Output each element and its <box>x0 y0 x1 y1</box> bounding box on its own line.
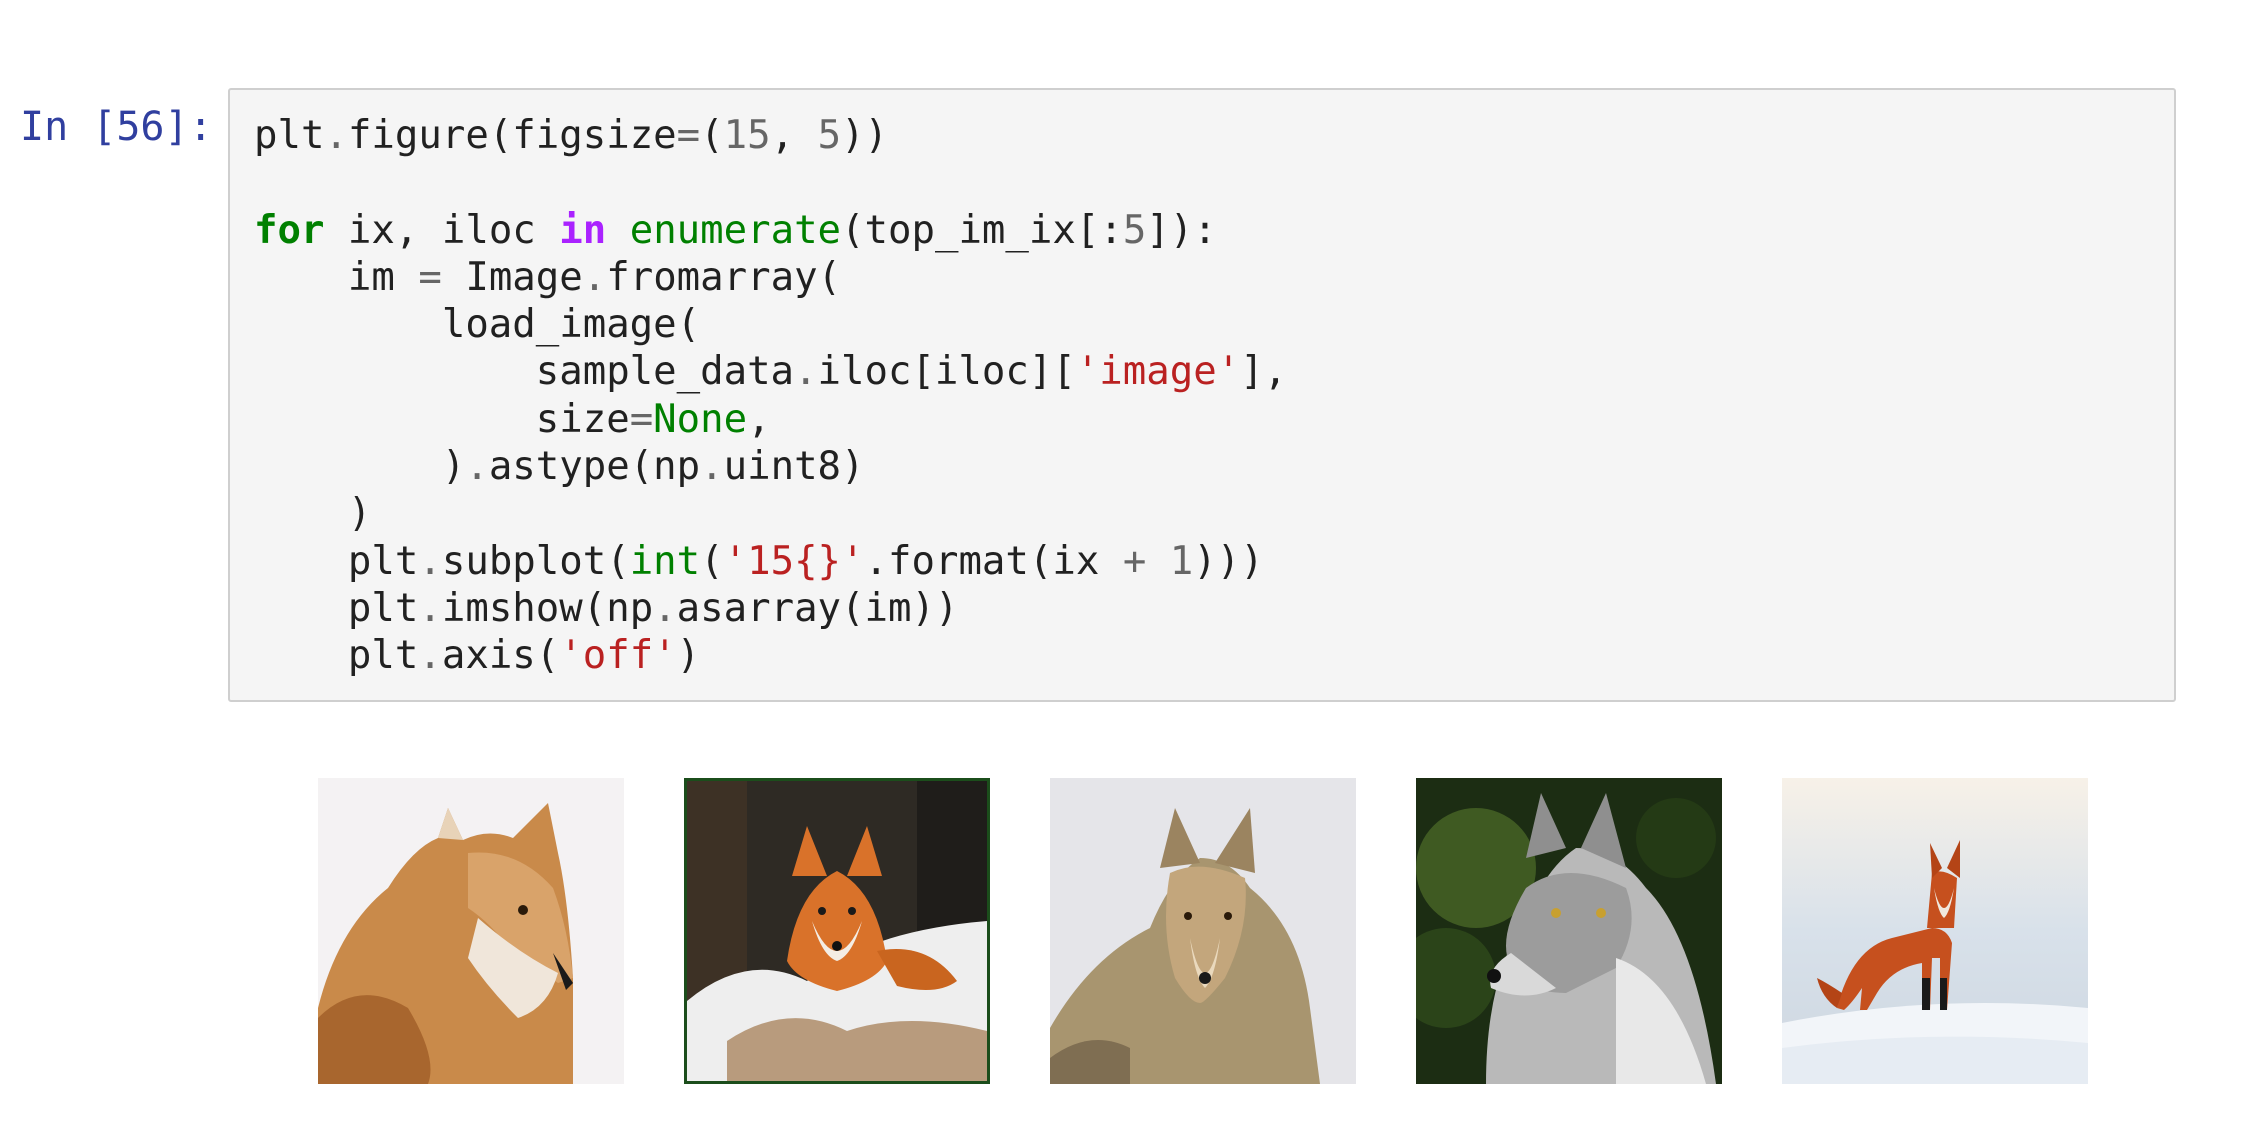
code-token: (top_im_ix[: <box>841 207 1123 253</box>
code-token: ) <box>254 444 466 490</box>
code-line: plt.imshow(np.asarray(im)) <box>254 585 2174 632</box>
code-line: ) <box>254 490 2174 537</box>
code-line: plt.subplot(int('15{}'.format(ix + 1))) <box>254 538 2174 585</box>
code-line: sample_data.iloc[iloc]['image'], <box>254 348 2174 395</box>
code-token: iloc[iloc][ <box>817 349 1076 395</box>
code-token: plt <box>254 113 325 158</box>
output-image-1 <box>318 778 624 1084</box>
code-token: astype(np <box>488 444 701 490</box>
output-area <box>0 778 2260 1088</box>
code-token: imshow(np <box>441 585 654 631</box>
code-token: , <box>770 113 818 158</box>
code-token: Image <box>441 254 583 300</box>
code-token: . <box>324 113 348 158</box>
output-image-3 <box>1050 778 1356 1084</box>
code-token: 5 <box>1122 207 1147 253</box>
code-token: , <box>747 396 771 442</box>
code-token: plt <box>254 633 419 679</box>
code-token: ) <box>254 491 372 537</box>
code-token: ]): <box>1146 207 1217 253</box>
code-line: plt.figure(figsize=(15, 5)) <box>254 112 2174 159</box>
code-token: None <box>653 396 748 442</box>
code-token: ( <box>700 113 724 158</box>
gray-wolf-image <box>1416 778 1722 1084</box>
code-token: 15 <box>723 113 771 158</box>
output-image-2 <box>684 778 990 1084</box>
code-token: plt <box>254 538 419 584</box>
code-token: size <box>254 396 630 442</box>
coyote-in-snow-image <box>1050 778 1356 1084</box>
code-token: load_image( <box>254 302 701 348</box>
code-token: . <box>864 538 889 584</box>
code-token: for <box>254 207 325 253</box>
code-token: . <box>653 585 677 631</box>
code-token: . <box>700 444 724 490</box>
code-token: . <box>794 349 818 395</box>
code-token: 'image' <box>1075 349 1241 395</box>
code-token: . <box>418 585 442 631</box>
code-token: ix, iloc <box>324 207 560 253</box>
code-token: ], <box>1240 349 1288 395</box>
code-token: uint8) <box>723 444 865 490</box>
code-line: im = Image.fromarray( <box>254 254 2174 301</box>
code-token: ) <box>676 633 701 679</box>
code-token: . <box>465 444 489 490</box>
code-line: ).astype(np.uint8) <box>254 443 2174 490</box>
code-token: 5 <box>817 113 842 158</box>
code-token: enumerate <box>629 207 842 253</box>
code-token: sample_data <box>254 349 795 395</box>
code-token: ( <box>700 538 724 584</box>
code-token: fromarray( <box>606 254 842 300</box>
code-token: . <box>582 254 607 300</box>
code-token: = <box>676 113 701 158</box>
cell-prompt: In [56]: <box>20 104 213 150</box>
code-token: plt <box>254 585 419 631</box>
code-token: axis( <box>441 633 560 679</box>
code-line: plt.axis('off') <box>254 632 2174 679</box>
code-token: ))) <box>1193 538 1264 584</box>
code-token: format(ix <box>888 538 1123 584</box>
code-token: 'off' <box>559 633 677 679</box>
code-token: figure(figsize <box>347 113 677 158</box>
code-token: im <box>254 254 419 300</box>
code-token: in <box>559 207 607 253</box>
code-token: )) <box>841 113 889 158</box>
code-token: . <box>418 633 442 679</box>
code-token: int <box>629 538 701 584</box>
red-fox-profile-image <box>318 778 624 1084</box>
output-image-4 <box>1416 778 1722 1084</box>
code-token: '15{}' <box>723 538 865 584</box>
red-fox-on-snow-hill-image <box>1782 778 2088 1084</box>
code-line: size=None, <box>254 396 2174 443</box>
code-text[interactable]: plt.figure(figsize=(15, 5)) for ix, iloc… <box>254 112 2174 680</box>
code-line: load_image( <box>254 301 2174 348</box>
code-token: subplot( <box>441 538 630 584</box>
output-image-5 <box>1782 778 2088 1084</box>
red-fox-in-snow-image <box>687 781 987 1081</box>
code-token: + <box>1122 538 1147 584</box>
code-token: = <box>418 254 442 300</box>
code-token: . <box>418 538 442 584</box>
code-cell-editor[interactable]: plt.figure(figsize=(15, 5)) for ix, iloc… <box>228 88 2176 702</box>
code-token: = <box>629 396 654 442</box>
code-token: asarray(im)) <box>676 585 959 631</box>
code-line: for ix, iloc in enumerate(top_im_ix[:5])… <box>254 207 2174 254</box>
code-token: 1 <box>1169 538 1194 584</box>
